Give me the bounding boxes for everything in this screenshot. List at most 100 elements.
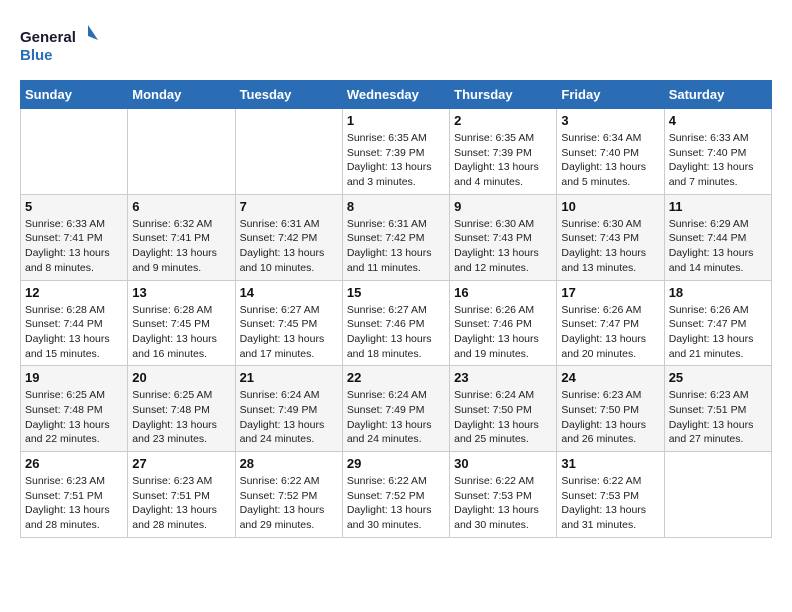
day-of-week-friday: Friday — [557, 81, 664, 109]
day-cell: 26 Sunrise: 6:23 AMSunset: 7:51 PMDayligh… — [21, 452, 128, 538]
day-info: Sunrise: 6:28 AMSunset: 7:45 PMDaylight:… — [132, 303, 230, 362]
day-number: 8 — [347, 199, 445, 214]
day-number: 1 — [347, 113, 445, 128]
day-info: Sunrise: 6:23 AMSunset: 7:50 PMDaylight:… — [561, 388, 659, 447]
day-number: 31 — [561, 456, 659, 471]
calendar-table: SundayMondayTuesdayWednesdayThursdayFrid… — [20, 80, 772, 538]
day-info: Sunrise: 6:24 AMSunset: 7:49 PMDaylight:… — [240, 388, 338, 447]
day-number: 29 — [347, 456, 445, 471]
day-number: 12 — [25, 285, 123, 300]
day-info: Sunrise: 6:26 AMSunset: 7:47 PMDaylight:… — [669, 303, 767, 362]
day-number: 7 — [240, 199, 338, 214]
day-info: Sunrise: 6:27 AMSunset: 7:46 PMDaylight:… — [347, 303, 445, 362]
week-row-4: 19 Sunrise: 6:25 AMSunset: 7:48 PMDayligh… — [21, 366, 772, 452]
week-row-1: 1 Sunrise: 6:35 AMSunset: 7:39 PMDaylight… — [21, 109, 772, 195]
day-cell: 10Sunrise: 6:30 AMSunset: 7:43 PMDayligh… — [557, 194, 664, 280]
day-cell: 22 Sunrise: 6:24 AMSunset: 7:49 PMDayligh… — [342, 366, 449, 452]
day-number: 24 — [561, 370, 659, 385]
day-of-week-sunday: Sunday — [21, 81, 128, 109]
day-number: 26 — [25, 456, 123, 471]
day-number: 20 — [132, 370, 230, 385]
page-header: General Blue — [20, 20, 772, 70]
day-cell: 8 Sunrise: 6:31 AMSunset: 7:42 PMDaylight… — [342, 194, 449, 280]
day-cell: 30 Sunrise: 6:22 AMSunset: 7:53 PMDayligh… — [450, 452, 557, 538]
day-number: 2 — [454, 113, 552, 128]
calendar-header: SundayMondayTuesdayWednesdayThursdayFrid… — [21, 81, 772, 109]
day-cell: 14 Sunrise: 6:27 AMSunset: 7:45 PMDayligh… — [235, 280, 342, 366]
day-number: 13 — [132, 285, 230, 300]
day-number: 10 — [561, 199, 659, 214]
day-cell — [21, 109, 128, 195]
day-number: 4 — [669, 113, 767, 128]
day-info: Sunrise: 6:23 AMSunset: 7:51 PMDaylight:… — [669, 388, 767, 447]
day-info: Sunrise: 6:23 AMSunset: 7:51 PMDaylight:… — [25, 474, 123, 533]
day-info: Sunrise: 6:25 AMSunset: 7:48 PMDaylight:… — [25, 388, 123, 447]
day-of-week-saturday: Saturday — [664, 81, 771, 109]
day-number: 3 — [561, 113, 659, 128]
day-of-week-thursday: Thursday — [450, 81, 557, 109]
day-cell: 27 Sunrise: 6:23 AMSunset: 7:51 PMDayligh… — [128, 452, 235, 538]
day-cell: 15 Sunrise: 6:27 AMSunset: 7:46 PMDayligh… — [342, 280, 449, 366]
days-of-week-row: SundayMondayTuesdayWednesdayThursdayFrid… — [21, 81, 772, 109]
day-cell: 28Sunrise: 6:22 AMSunset: 7:52 PMDayligh… — [235, 452, 342, 538]
day-cell: 25 Sunrise: 6:23 AMSunset: 7:51 PMDayligh… — [664, 366, 771, 452]
day-info: Sunrise: 6:33 AMSunset: 7:40 PMDaylight:… — [669, 131, 767, 190]
day-cell: 23 Sunrise: 6:24 AMSunset: 7:50 PMDayligh… — [450, 366, 557, 452]
day-info: Sunrise: 6:32 AMSunset: 7:41 PMDaylight:… — [132, 217, 230, 276]
day-number: 15 — [347, 285, 445, 300]
day-info: Sunrise: 6:29 AMSunset: 7:44 PMDaylight:… — [669, 217, 767, 276]
day-info: Sunrise: 6:27 AMSunset: 7:45 PMDaylight:… — [240, 303, 338, 362]
calendar-body: 1 Sunrise: 6:35 AMSunset: 7:39 PMDaylight… — [21, 109, 772, 538]
day-info: Sunrise: 6:25 AMSunset: 7:48 PMDaylight:… — [132, 388, 230, 447]
day-of-week-tuesday: Tuesday — [235, 81, 342, 109]
day-info: Sunrise: 6:31 AMSunset: 7:42 PMDaylight:… — [240, 217, 338, 276]
day-info: Sunrise: 6:24 AMSunset: 7:49 PMDaylight:… — [347, 388, 445, 447]
day-number: 19 — [25, 370, 123, 385]
day-cell: 16 Sunrise: 6:26 AMSunset: 7:46 PMDayligh… — [450, 280, 557, 366]
day-cell: 7 Sunrise: 6:31 AMSunset: 7:42 PMDaylight… — [235, 194, 342, 280]
day-number: 27 — [132, 456, 230, 471]
day-cell: 4 Sunrise: 6:33 AMSunset: 7:40 PMDaylight… — [664, 109, 771, 195]
day-cell: 19 Sunrise: 6:25 AMSunset: 7:48 PMDayligh… — [21, 366, 128, 452]
day-cell: 11Sunrise: 6:29 AMSunset: 7:44 PMDayligh… — [664, 194, 771, 280]
day-number: 23 — [454, 370, 552, 385]
day-cell: 12 Sunrise: 6:28 AMSunset: 7:44 PMDayligh… — [21, 280, 128, 366]
day-number: 5 — [25, 199, 123, 214]
day-number: 16 — [454, 285, 552, 300]
day-info: Sunrise: 6:33 AMSunset: 7:41 PMDaylight:… — [25, 217, 123, 276]
day-info: Sunrise: 6:35 AMSunset: 7:39 PMDaylight:… — [454, 131, 552, 190]
day-info: Sunrise: 6:30 AMSunset: 7:43 PMDaylight:… — [454, 217, 552, 276]
day-cell: 18Sunrise: 6:26 AMSunset: 7:47 PMDayligh… — [664, 280, 771, 366]
day-number: 30 — [454, 456, 552, 471]
week-row-5: 26 Sunrise: 6:23 AMSunset: 7:51 PMDayligh… — [21, 452, 772, 538]
day-number: 14 — [240, 285, 338, 300]
day-number: 22 — [347, 370, 445, 385]
logo-svg: General Blue — [20, 20, 100, 70]
day-number: 28 — [240, 456, 338, 471]
svg-text:General: General — [20, 29, 76, 46]
week-row-2: 5 Sunrise: 6:33 AMSunset: 7:41 PMDaylight… — [21, 194, 772, 280]
day-cell: 31 Sunrise: 6:22 AMSunset: 7:53 PMDayligh… — [557, 452, 664, 538]
day-number: 25 — [669, 370, 767, 385]
day-info: Sunrise: 6:24 AMSunset: 7:50 PMDaylight:… — [454, 388, 552, 447]
day-number: 21 — [240, 370, 338, 385]
day-info: Sunrise: 6:22 AMSunset: 7:53 PMDaylight:… — [454, 474, 552, 533]
day-info: Sunrise: 6:26 AMSunset: 7:46 PMDaylight:… — [454, 303, 552, 362]
day-info: Sunrise: 6:31 AMSunset: 7:42 PMDaylight:… — [347, 217, 445, 276]
day-number: 17 — [561, 285, 659, 300]
day-cell: 9 Sunrise: 6:30 AMSunset: 7:43 PMDaylight… — [450, 194, 557, 280]
day-info: Sunrise: 6:35 AMSunset: 7:39 PMDaylight:… — [347, 131, 445, 190]
day-cell: 17 Sunrise: 6:26 AMSunset: 7:47 PMDayligh… — [557, 280, 664, 366]
day-cell — [235, 109, 342, 195]
day-cell — [664, 452, 771, 538]
day-cell — [128, 109, 235, 195]
day-info: Sunrise: 6:22 AMSunset: 7:53 PMDaylight:… — [561, 474, 659, 533]
day-info: Sunrise: 6:23 AMSunset: 7:51 PMDaylight:… — [132, 474, 230, 533]
day-cell: 1 Sunrise: 6:35 AMSunset: 7:39 PMDaylight… — [342, 109, 449, 195]
day-info: Sunrise: 6:26 AMSunset: 7:47 PMDaylight:… — [561, 303, 659, 362]
day-info: Sunrise: 6:28 AMSunset: 7:44 PMDaylight:… — [25, 303, 123, 362]
day-number: 9 — [454, 199, 552, 214]
day-cell: 2 Sunrise: 6:35 AMSunset: 7:39 PMDaylight… — [450, 109, 557, 195]
day-info: Sunrise: 6:34 AMSunset: 7:40 PMDaylight:… — [561, 131, 659, 190]
day-cell: 5 Sunrise: 6:33 AMSunset: 7:41 PMDaylight… — [21, 194, 128, 280]
